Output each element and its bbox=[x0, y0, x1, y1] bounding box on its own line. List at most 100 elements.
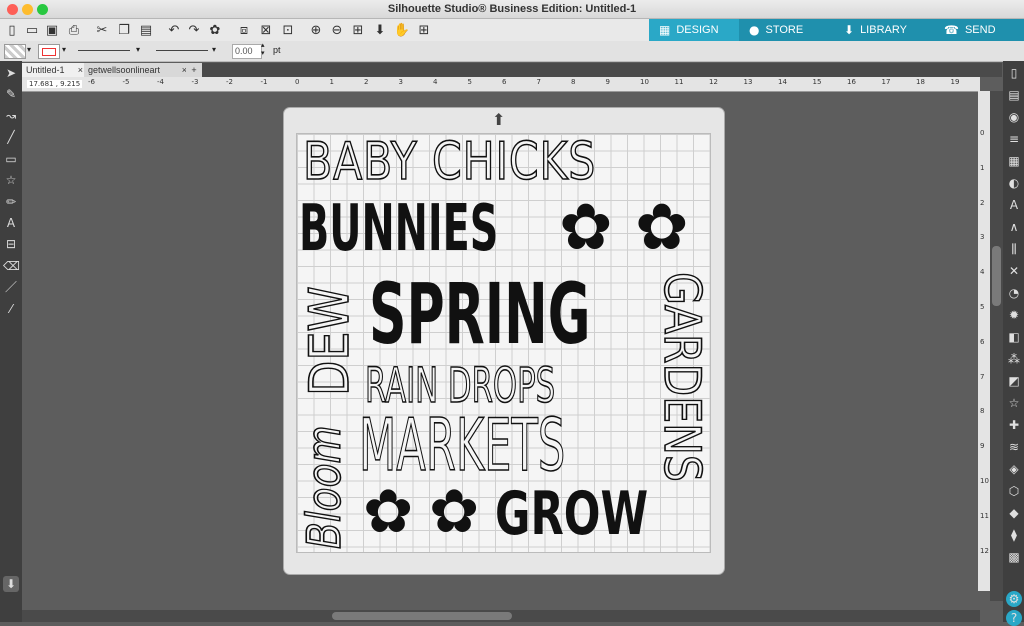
rhinestone-icon[interactable]: ◆ bbox=[1006, 505, 1022, 521]
line-join-select[interactable] bbox=[156, 50, 208, 51]
library-icon: ⬇ bbox=[844, 23, 855, 37]
word-dew[interactable]: DEW bbox=[297, 286, 361, 397]
paste-icon[interactable]: ▤ bbox=[138, 22, 154, 38]
select-icon[interactable]: ➤ bbox=[3, 65, 19, 81]
warp-icon[interactable]: ◈ bbox=[1006, 461, 1022, 477]
ruler-tick-label: -1 bbox=[260, 78, 268, 86]
knife-icon[interactable]: ／ bbox=[3, 279, 19, 295]
line-style-icon[interactable]: ≡ bbox=[1006, 131, 1022, 147]
ungroup-icon[interactable]: ⊠ bbox=[258, 22, 274, 38]
star-tool-icon[interactable]: ☆ bbox=[3, 172, 19, 188]
group-icon[interactable]: ⧈ bbox=[236, 22, 252, 38]
settings-gear-icon[interactable]: ⚙ bbox=[1006, 591, 1022, 607]
fill-icon[interactable]: ⊟ bbox=[3, 236, 19, 252]
replicate-icon[interactable]: ✿ bbox=[207, 22, 223, 38]
add-tab-button[interactable]: + bbox=[186, 63, 202, 77]
word-spring[interactable]: SPRING bbox=[369, 272, 590, 356]
word-gardens[interactable]: GARDENS bbox=[652, 271, 710, 482]
line-style-select[interactable] bbox=[78, 50, 130, 51]
zoom-in-icon[interactable]: ⊕ bbox=[308, 22, 324, 38]
emboss-icon[interactable]: ⬡ bbox=[1006, 483, 1022, 499]
redo-icon[interactable]: ↷ bbox=[186, 22, 202, 38]
chevron-down-icon[interactable]: ▾ bbox=[27, 45, 31, 54]
chevron-down-icon[interactable]: ▾ bbox=[212, 45, 216, 54]
zoom-out-icon[interactable]: ⊖ bbox=[329, 22, 345, 38]
layers-icon[interactable]: ◩ bbox=[1006, 373, 1022, 389]
ruler-tick-label: -5 bbox=[122, 78, 130, 86]
puzzle-icon[interactable]: ✚ bbox=[1006, 417, 1022, 433]
daisy-icon[interactable]: ✿ bbox=[429, 482, 479, 542]
document-icon[interactable]: ▤ bbox=[1006, 87, 1022, 103]
word-bunnies[interactable]: BUNNIES bbox=[299, 197, 498, 261]
horizontal-scrollbar[interactable] bbox=[22, 610, 980, 622]
transform-icon[interactable]: ✕ bbox=[1006, 263, 1022, 279]
gradient-icon[interactable]: ◐ bbox=[1006, 175, 1022, 191]
vertical-ruler[interactable]: 0 1 2 3 4 5 6 7 8 9 10 11 12 bbox=[978, 91, 990, 591]
vertical-scroll-thumb[interactable] bbox=[992, 246, 1001, 306]
word-baby-chicks[interactable]: BABY CHICKS bbox=[302, 135, 596, 189]
favorite-icon[interactable]: ☆ bbox=[1006, 395, 1022, 411]
store-icon: ● bbox=[749, 23, 760, 37]
mat-map-icon[interactable]: ▩ bbox=[1006, 549, 1022, 565]
word-bloom[interactable]: Bloom bbox=[297, 425, 352, 550]
fill-color-swatch[interactable] bbox=[4, 44, 26, 59]
tab-untitled-1[interactable]: Untitled-1 × bbox=[22, 63, 86, 77]
move-down-icon[interactable]: ⬇ bbox=[372, 22, 388, 38]
fill-pattern-icon[interactable]: ▦ bbox=[1006, 153, 1022, 169]
eraser-icon[interactable]: ⌫ bbox=[3, 258, 20, 274]
daisy-icon[interactable]: ✿ bbox=[635, 196, 689, 260]
ruler-tick-label: 8 bbox=[571, 78, 576, 86]
lasso-icon[interactable]: ✎ bbox=[3, 86, 19, 102]
save-icon[interactable]: ▣ bbox=[44, 22, 60, 38]
offset-icon[interactable]: ◧ bbox=[1006, 329, 1022, 345]
star-badge-icon[interactable]: ✹ bbox=[1006, 307, 1022, 323]
zoom-fit-icon[interactable]: ⊞ bbox=[350, 22, 366, 38]
line-tool-icon[interactable]: ╱ bbox=[3, 129, 19, 145]
trace-icon[interactable]: ⁂ bbox=[1006, 351, 1022, 367]
cut-icon[interactable]: ✂ bbox=[94, 22, 110, 38]
undo-icon[interactable]: ↶ bbox=[166, 22, 182, 38]
vertical-scrollbar[interactable] bbox=[990, 91, 1003, 601]
palette-icon[interactable]: ◉ bbox=[1006, 109, 1022, 125]
text-path-icon[interactable]: ∧ bbox=[1006, 219, 1022, 235]
open-icon[interactable]: ▭ bbox=[24, 22, 40, 38]
send-tab[interactable]: ☎ SEND bbox=[934, 19, 1024, 41]
text-tool-icon[interactable]: A bbox=[3, 215, 19, 231]
library-tab[interactable]: ⬇ LIBRARY bbox=[834, 19, 934, 41]
modify-icon[interactable]: ◔ bbox=[1006, 285, 1022, 301]
stack-icon[interactable]: ≋ bbox=[1006, 439, 1022, 455]
daisy-icon[interactable]: ✿ bbox=[363, 482, 413, 542]
text-style-icon[interactable]: A bbox=[1006, 197, 1022, 213]
stepper-icon[interactable]: ▴ ▾ bbox=[261, 42, 265, 58]
daisy-icon[interactable]: ✿ bbox=[559, 196, 613, 260]
store-tab[interactable]: ● STORE bbox=[739, 19, 834, 41]
align-icon[interactable]: ⫼ bbox=[1006, 241, 1022, 257]
eyedropper-icon[interactable]: ⁄ bbox=[3, 301, 19, 317]
design-canvas[interactable]: BABY CHICKS BUNNIES ✿ ✿ DEW SPRING GARDE… bbox=[296, 133, 711, 553]
word-grow[interactable]: GROW bbox=[495, 484, 648, 544]
help-icon[interactable]: ? bbox=[1006, 610, 1022, 626]
pan-icon[interactable]: ✋ bbox=[394, 22, 410, 38]
ruler-tick-label: 6 bbox=[502, 78, 507, 86]
release-icon[interactable]: ⊡ bbox=[280, 22, 296, 38]
design-tab[interactable]: ▦ DESIGN bbox=[649, 19, 739, 41]
chevron-down-icon[interactable]: ▾ bbox=[62, 45, 66, 54]
new-icon[interactable]: ▯ bbox=[4, 22, 20, 38]
copy-icon[interactable]: ❐ bbox=[116, 22, 132, 38]
pencil-icon[interactable]: ✏ bbox=[3, 194, 19, 210]
word-markets[interactable]: MARKETS bbox=[359, 408, 566, 482]
chevron-down-icon[interactable]: ▾ bbox=[136, 45, 140, 54]
rectangle-tool-icon[interactable]: ▭ bbox=[3, 151, 19, 167]
tab-getwellsoonlineart[interactable]: getwellsoonlineart × bbox=[84, 63, 190, 77]
horizontal-scroll-thumb[interactable] bbox=[332, 612, 512, 620]
knife-design-icon[interactable]: ⧫ bbox=[1006, 527, 1022, 543]
print-icon[interactable]: ⎙ bbox=[66, 22, 82, 38]
add-page-icon[interactable]: ⊞ bbox=[416, 22, 432, 38]
page-setup-icon[interactable]: ▯ bbox=[1006, 65, 1022, 81]
point-edit-icon[interactable]: ↝ bbox=[3, 108, 19, 124]
line-width-input[interactable]: 0.00 bbox=[232, 44, 262, 59]
horizontal-ruler[interactable]: -6 -5 -4 -3 -2 -1 0 1 2 3 4 5 6 7 8 9 10 11 12 13 14 15 16 17 18… bbox=[22, 77, 980, 92]
library-drawer-icon[interactable]: ⬇ bbox=[3, 576, 19, 592]
close-icon[interactable]: × bbox=[78, 63, 83, 77]
line-color-swatch[interactable] bbox=[38, 44, 60, 59]
